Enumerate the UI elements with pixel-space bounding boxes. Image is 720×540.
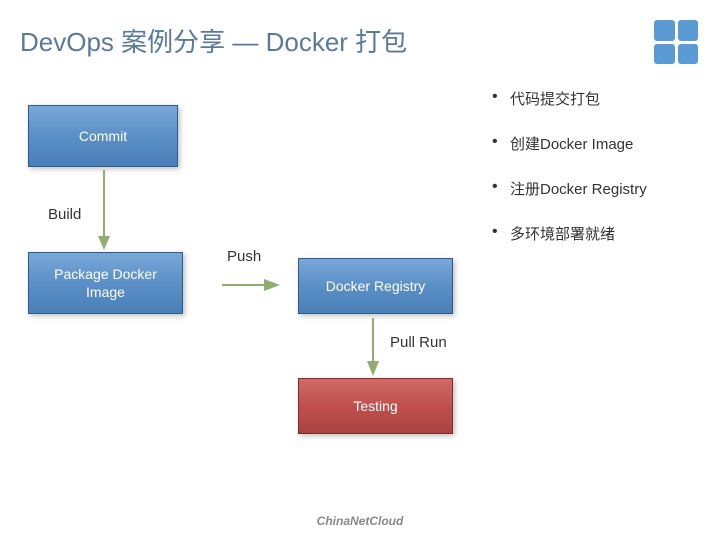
arrow-build-icon — [94, 170, 114, 252]
bullet-list: 代码提交打包 创建Docker Image 注册Docker Registry … — [490, 88, 647, 268]
logo-icon — [654, 20, 698, 64]
box-registry-label: Docker Registry — [326, 277, 426, 295]
label-pullrun: Pull Run — [390, 334, 447, 351]
box-commit: Commit — [28, 105, 178, 167]
list-item: 代码提交打包 — [490, 88, 647, 109]
label-build: Build — [48, 206, 81, 223]
footer-text: ChinaNetCloud — [0, 514, 720, 528]
box-package-label: Package Docker Image — [33, 265, 178, 301]
list-item: 创建Docker Image — [490, 133, 647, 154]
box-registry: Docker Registry — [298, 258, 453, 314]
box-commit-label: Commit — [79, 127, 127, 145]
list-item: 多环境部署就绪 — [490, 223, 647, 244]
box-testing-label: Testing — [353, 397, 397, 415]
arrow-push-icon — [222, 275, 282, 295]
list-item: 注册Docker Registry — [490, 178, 647, 199]
box-testing: Testing — [298, 378, 453, 434]
box-package: Package Docker Image — [28, 252, 183, 314]
label-push: Push — [227, 248, 261, 265]
arrow-pullrun-icon — [363, 318, 383, 378]
slide-title: DevOps 案例分享 — Docker 打包 — [20, 22, 407, 59]
